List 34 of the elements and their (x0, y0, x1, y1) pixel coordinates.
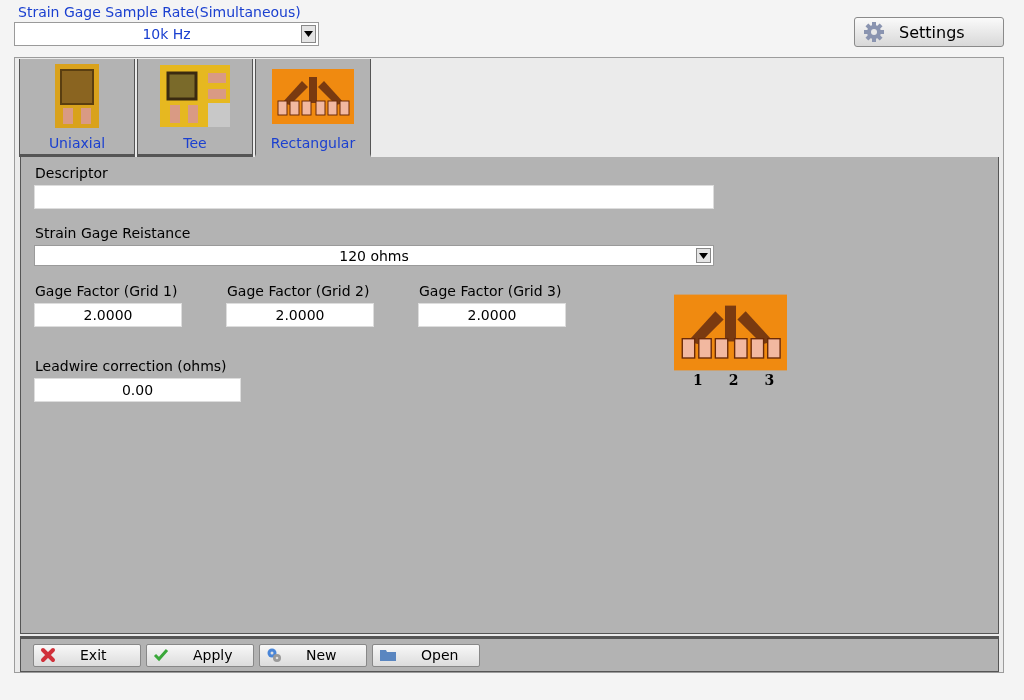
exit-button[interactable]: Exit (33, 643, 141, 667)
tee-gage-drawing (160, 65, 230, 127)
grid-number: 3 (764, 372, 775, 388)
leadwire-label: Leadwire correction (ohms) (35, 358, 228, 374)
gage-type-tab[interactable]: Rectangular (255, 59, 371, 157)
gage-factor-label: Gage Factor (Grid 2) (227, 283, 371, 299)
descriptor-field[interactable] (34, 185, 714, 209)
gage-factor-label: Gage Factor (Grid 3) (419, 283, 563, 299)
gage-factor-field[interactable]: 2.0000 (418, 303, 566, 327)
sample-rate-dropdown[interactable]: 10k Hz (14, 22, 319, 46)
resistance-label: Strain Gage Reistance (35, 225, 192, 241)
close-icon (40, 647, 56, 663)
checkmark-icon (153, 648, 169, 662)
descriptor-label: Descriptor (35, 165, 109, 181)
uniaxial-gage-drawing (55, 64, 99, 128)
sample-rate-label: Strain Gage Sample Rate(Simultaneous) (17, 4, 302, 20)
gage-factor-field[interactable]: 2.0000 (34, 303, 182, 327)
apply-button[interactable]: Apply (146, 643, 254, 667)
gage-type-tab[interactable]: Uniaxial (19, 59, 135, 157)
gage-factor-field[interactable]: 2.0000 (226, 303, 374, 327)
grid-number: 2 (728, 372, 739, 388)
grid-number: 1 (692, 372, 703, 388)
gears-icon (266, 647, 282, 663)
folder-icon (379, 648, 397, 662)
dropdown-arrow-icon (699, 252, 708, 259)
dropdown-arrow-icon (304, 31, 313, 37)
resistance-dropdown[interactable]: 120 ohms (34, 245, 714, 266)
gage-type-tab[interactable]: Tee (137, 59, 253, 157)
gage-factor-label: Gage Factor (Grid 1) (35, 283, 179, 299)
settings-button[interactable]: Settings (854, 17, 1004, 47)
open-button[interactable]: Open (372, 643, 480, 667)
leadwire-field[interactable]: 0.00 (34, 378, 241, 402)
new-button[interactable]: New (259, 643, 367, 667)
settings-icon (863, 21, 885, 43)
